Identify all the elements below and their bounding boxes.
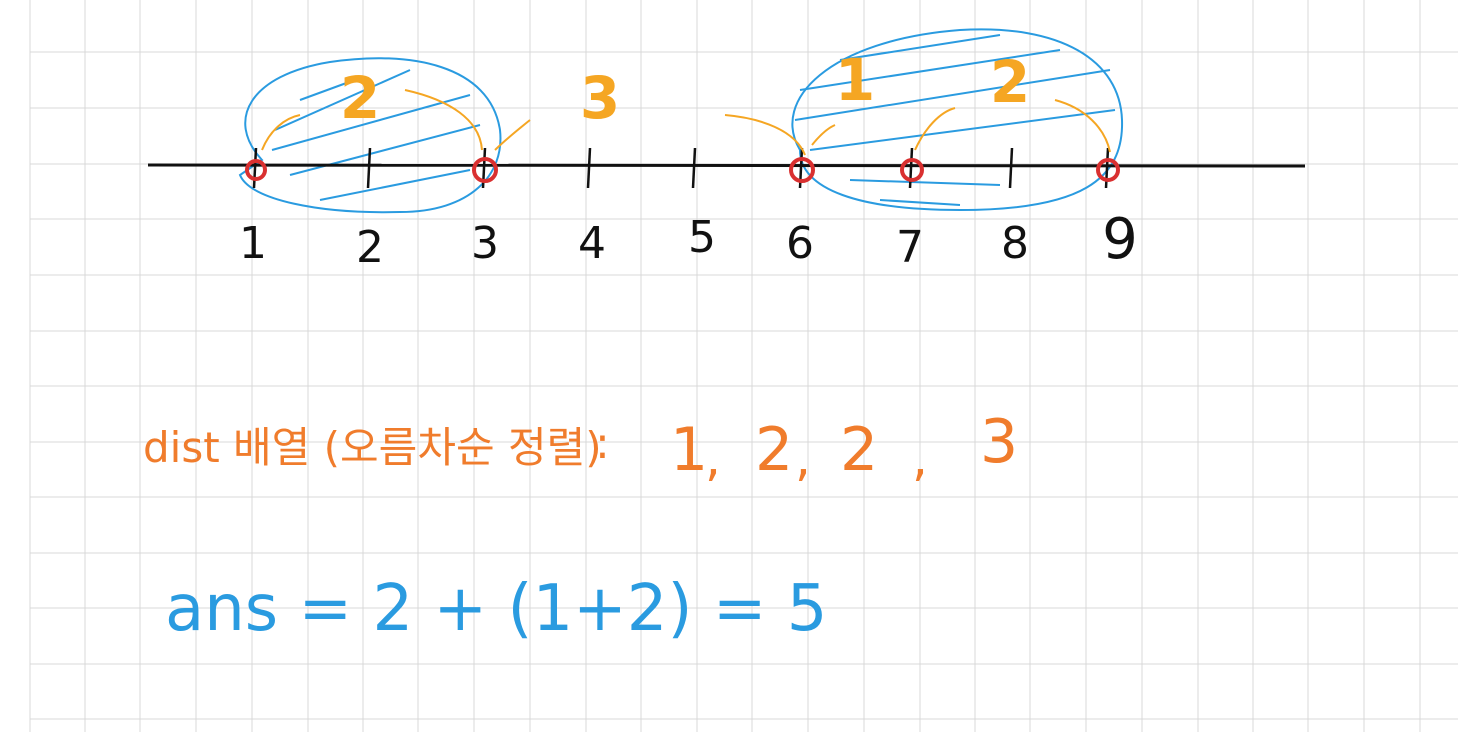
gap-label-3-6: 3 <box>580 64 620 132</box>
marked-points <box>245 157 1120 183</box>
gap-label-1-3: 2 <box>340 64 380 132</box>
tick-label-2: 2 <box>356 222 384 273</box>
gap-label-7-9: 2 <box>990 48 1030 116</box>
dist-value-3: 2 <box>840 415 878 485</box>
tick-label-1: 1 <box>239 218 267 269</box>
dist-value-4: 3 <box>980 407 1018 477</box>
dist-array-label: dist 배열 (오름차순 정렬) <box>143 423 602 472</box>
tick-mark <box>586 147 592 189</box>
dist-comma-3: , <box>912 429 928 487</box>
number-line-ticks <box>252 147 1110 189</box>
tick-label-6: 6 <box>786 218 814 269</box>
dist-comma-2: , <box>795 429 811 487</box>
number-line-labels: 1 2 3 4 5 6 7 8 9 <box>239 207 1138 273</box>
dist-value-2: 2 <box>755 415 793 485</box>
gap-labels: 2 3 1 2 <box>340 46 1030 132</box>
tick-label-4: 4 <box>578 218 606 269</box>
tick-label-5: 5 <box>688 212 716 263</box>
dist-array-colon: : <box>595 418 610 469</box>
tick-label-3: 3 <box>471 218 499 269</box>
gap-label-6-7: 1 <box>835 46 875 114</box>
tick-mark <box>1104 147 1110 189</box>
dist-value-1: 1 <box>670 415 708 485</box>
dist-array-line: dist 배열 (오름차순 정렬) : 1 , 2 , 2 , 3 <box>143 407 1018 487</box>
notebook-canvas: 1 2 3 4 5 6 7 8 9 2 3 1 2 dist 배열 (오름차순 … <box>29 0 1458 732</box>
dist-comma-1: , <box>705 429 721 487</box>
gap-arcs <box>261 89 1111 156</box>
tick-label-8: 8 <box>1001 218 1029 269</box>
ans-equation: ans = 2 + (1+2) = 5 <box>165 572 828 646</box>
tick-label-9: 9 <box>1102 207 1138 272</box>
tick-mark <box>1008 147 1014 189</box>
tick-label-7: 7 <box>896 222 924 273</box>
tick-mark <box>691 147 697 189</box>
tick-mark <box>252 147 258 189</box>
number-line-axis <box>147 163 1306 168</box>
